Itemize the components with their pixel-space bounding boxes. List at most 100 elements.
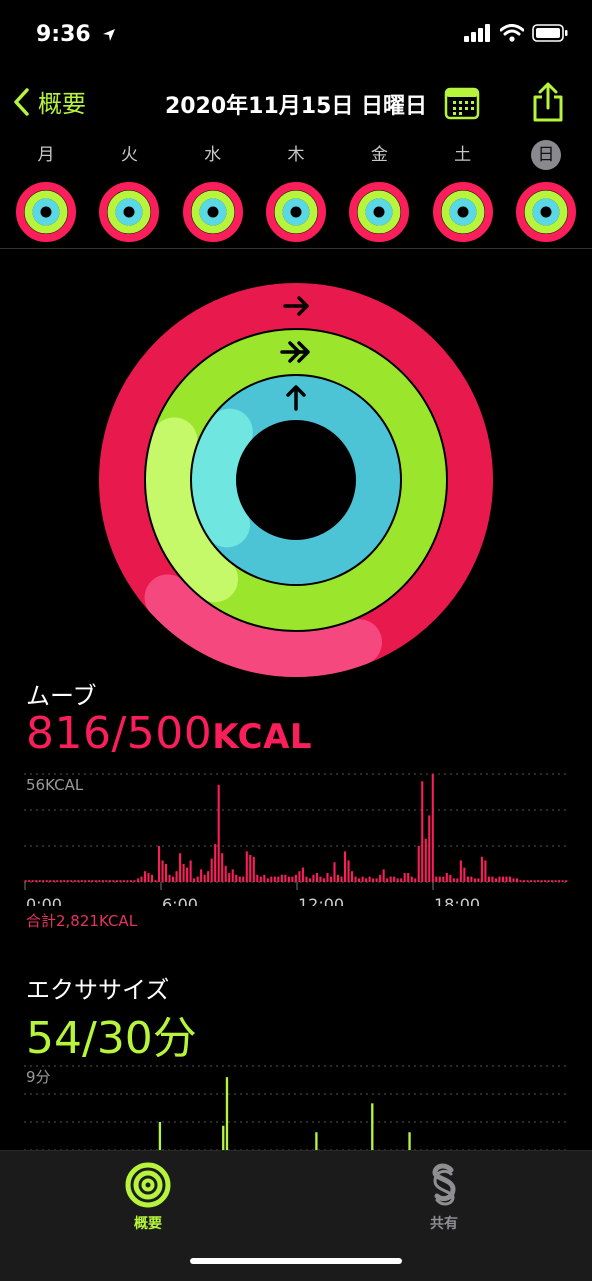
- chart-bar: [319, 876, 322, 882]
- day-label: 水: [204, 145, 222, 165]
- chart-bar: [312, 874, 315, 882]
- back-button[interactable]: 概要: [12, 84, 86, 119]
- chart-y-label: 9分: [26, 1068, 51, 1086]
- day-3[interactable]: 木: [258, 140, 334, 244]
- chart-bar: [494, 878, 498, 882]
- chart-bar: [73, 880, 76, 882]
- chart-x-tick: 6:00: [162, 895, 198, 906]
- chart-bar: [164, 864, 168, 882]
- move-chart-svg: 56KCAL 0:00 6:00 12:00 18:00: [24, 773, 568, 914]
- chart-bar: [256, 874, 259, 882]
- chart-bar: [266, 878, 269, 882]
- chart-bar: [105, 880, 108, 882]
- chart-bar: [186, 867, 189, 882]
- chart-bar: [347, 860, 350, 882]
- chart-bar: [70, 880, 73, 882]
- chart-bar: [225, 1077, 229, 1150]
- chart-bar: [407, 873, 410, 882]
- chart-bar: [150, 874, 154, 882]
- chart-bar: [94, 880, 97, 882]
- chart-bar: [101, 880, 104, 882]
- activity-rings-icon: [125, 1162, 171, 1208]
- day-label: 月: [37, 145, 55, 165]
- chart-bar: [161, 860, 164, 882]
- sharing-icon: [432, 1163, 456, 1206]
- chart-bar: [235, 874, 238, 882]
- chart-bar: [389, 876, 392, 882]
- chart-bar: [351, 871, 354, 882]
- chart-bar: [214, 844, 217, 882]
- chart-bar: [414, 878, 417, 882]
- chart-bar: [540, 880, 543, 882]
- chart-bar: [379, 874, 382, 882]
- chart-bar: [519, 880, 522, 882]
- chart-bar: [157, 846, 161, 882]
- chart-bar: [28, 880, 31, 882]
- chart-bar: [270, 876, 273, 882]
- chart-bar: [358, 878, 361, 882]
- move-value-number: 816/500: [26, 708, 213, 759]
- chart-bar: [361, 876, 364, 882]
- chart-bar: [179, 853, 182, 882]
- mini-rings-icon: [182, 182, 243, 242]
- move-chart: 56KCAL 0:00 6:00 12:00 18:00: [24, 770, 568, 914]
- mini-rings-icon: [432, 182, 493, 242]
- chart-bar: [224, 865, 227, 882]
- chart-bar: [491, 876, 494, 882]
- chart-bar: [91, 880, 94, 882]
- day-5[interactable]: 土: [425, 140, 501, 244]
- chart-bar: [45, 880, 48, 882]
- chart-bar: [238, 876, 241, 882]
- chart-bar: [84, 880, 87, 882]
- day-label: 金: [370, 145, 388, 165]
- chart-bar: [431, 774, 434, 882]
- status-indicators: [464, 24, 568, 42]
- calendar-button[interactable]: [444, 86, 480, 124]
- chart-bar: [136, 878, 140, 882]
- chart-bar: [515, 878, 519, 882]
- status-time-text: 9:36: [36, 22, 91, 47]
- move-total: 合計2,821KCAL: [26, 912, 138, 930]
- page-title: 2020年11月15日 日曜日: [164, 94, 428, 119]
- day-4[interactable]: 金: [341, 140, 417, 244]
- chart-x-tick: 12:00: [298, 895, 344, 906]
- chart-bar: [558, 880, 561, 882]
- chart-bar: [291, 876, 294, 882]
- chart-bar: [305, 876, 308, 882]
- chart-bar: [158, 1122, 162, 1150]
- day-0[interactable]: 月: [8, 140, 84, 244]
- chart-x-tick: 0:00: [26, 895, 62, 906]
- exercise-value: 54/30分: [26, 1013, 197, 1064]
- chart-bar: [561, 880, 564, 882]
- chart-bar: [428, 815, 431, 882]
- stand-ring: [191, 375, 401, 585]
- tab-sharing[interactable]: 共有: [384, 1161, 504, 1233]
- chart-bar: [396, 878, 399, 882]
- share-button[interactable]: [530, 82, 566, 126]
- chart-bar: [470, 876, 473, 882]
- chart-bar: [66, 880, 69, 882]
- chart-bar: [498, 876, 501, 882]
- chart-bar: [315, 1132, 318, 1150]
- chart-bar: [340, 876, 343, 882]
- chart-x-tick: 18:00: [434, 895, 480, 906]
- day-6[interactable]: 日: [508, 140, 584, 244]
- chart-bar: [126, 880, 129, 882]
- tab-summary[interactable]: 概要: [88, 1161, 208, 1233]
- chart-bar: [277, 876, 280, 882]
- day-1[interactable]: 火: [91, 140, 167, 244]
- chart-bar: [63, 880, 66, 882]
- chart-bar: [393, 876, 396, 882]
- chart-bar: [112, 880, 115, 882]
- chart-bar: [466, 876, 469, 882]
- cellular-signal-icon: [464, 24, 490, 42]
- chart-bar: [182, 864, 185, 882]
- chart-bar: [336, 874, 340, 882]
- chart-bar: [301, 867, 304, 882]
- chart-bar: [512, 878, 515, 882]
- day-2[interactable]: 水: [175, 140, 251, 244]
- chart-bar: [365, 878, 368, 882]
- tab-sharing-label: 共有: [430, 1216, 458, 1232]
- chart-bar: [487, 876, 490, 882]
- chart-bar: [31, 880, 34, 882]
